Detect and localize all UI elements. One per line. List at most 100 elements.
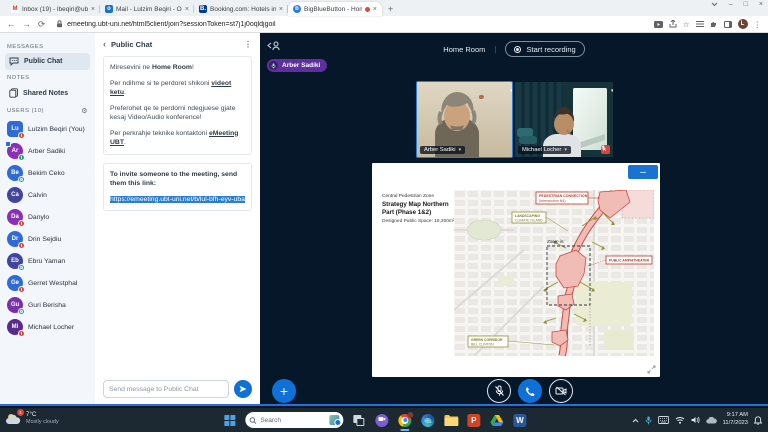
minimize-presentation-button[interactable]: – [628, 165, 658, 179]
webcam-name-label[interactable]: Arber Sadiki▾ [420, 146, 465, 154]
talker-indicator[interactable]: Arber Sadiki [267, 59, 327, 72]
browser-tabstrip: MInbox (19) - lbeqiri@ubt-uni.ne×oMail -… [0, 0, 768, 16]
tab-close-icon[interactable]: × [373, 6, 377, 13]
taskbar-clock[interactable]: 9:17 AM 11/7/2023 [723, 412, 748, 428]
chat-message-line: Per ndihme si te perdoret shikoni videot… [110, 79, 245, 98]
start-button[interactable] [222, 413, 237, 428]
public-chat-panel: ‹ Public Chat ⋮ Miresevini ne Home Room!… [95, 33, 260, 404]
start-recording-button[interactable]: Start recording [505, 41, 584, 57]
chat-message-block: To invite someone to the meeting, send t… [103, 163, 252, 212]
user-list-item[interactable]: GeGerret Westphal [5, 272, 90, 294]
presentation-area[interactable]: – Central Pedestrian Zone Strategy Map N… [372, 163, 660, 377]
user-list-item[interactable]: DrDrin Sejdiu [5, 228, 90, 250]
forward-icon[interactable]: → [23, 20, 32, 29]
chat-options-icon[interactable]: ⋮ [244, 40, 252, 49]
chat-message-line: Miresevini ne Home Room! [110, 63, 245, 73]
tab-close-icon[interactable]: × [185, 6, 189, 13]
presentation-fullscreen-icon[interactable] [647, 365, 656, 374]
mute-microphone-button[interactable] [487, 379, 511, 403]
onedrive-cloud-icon[interactable] [706, 417, 717, 424]
new-tab-button[interactable]: + [388, 4, 393, 14]
browser-tab[interactable]: MInbox (19) - lbeqiri@ubt-uni.ne× [6, 2, 100, 16]
maximize-window-button[interactable]: □ [744, 1, 748, 8]
share-webcam-button[interactable] [549, 379, 573, 403]
reading-list-icon[interactable] [696, 21, 704, 28]
media-controls-icon[interactable] [654, 21, 663, 28]
share-icon[interactable] [669, 20, 677, 28]
google-drive-icon[interactable] [489, 413, 504, 428]
left-sidebar: MESSAGES Public Chat NOTES Shared Notes … [0, 33, 95, 404]
user-list-item[interactable]: GuGuri Berisha [5, 294, 90, 316]
edge-taskbar-icon[interactable] [420, 413, 435, 428]
powerpoint-icon[interactable]: P [466, 413, 481, 428]
send-icon [239, 385, 247, 393]
user-avatar: Da [7, 209, 23, 225]
send-message-button[interactable] [234, 380, 252, 398]
browser-menu-icon[interactable]: ⋮ [754, 20, 762, 29]
bookmark-star-icon[interactable]: ☆ [683, 20, 690, 29]
record-icon [514, 46, 521, 53]
user-list-item[interactable]: CaCalvin [5, 184, 90, 206]
user-list-item[interactable]: ArArber Sadiki [5, 140, 90, 162]
chat-message-line: Per perkrahje teknike kontaktoni eMeetin… [110, 129, 245, 148]
chat-text: Preferohet qe te perdorni ndegjuese gjat… [110, 105, 235, 122]
user-name: Lulzim Beqiri (You) [28, 126, 85, 133]
reload-icon[interactable]: ⟳ [38, 20, 45, 29]
browser-tab[interactable]: bBigBlueButton - Home Roo× [288, 2, 382, 16]
sidebar-item-public-chat[interactable]: Public Chat [5, 53, 90, 70]
browser-tab[interactable]: oMail - Lulzim Beqiri - Outlook× [100, 2, 194, 16]
taskbar-search[interactable]: Search [245, 412, 343, 428]
user-list-item[interactable]: MiMichael Locher [5, 316, 90, 338]
tab-close-icon[interactable]: × [91, 6, 95, 13]
audio-on-badge-icon [18, 264, 25, 271]
user-list-item[interactable]: LuLulzim Beqiri (You) [5, 118, 90, 140]
bigbluebutton-page: MESSAGES Public Chat NOTES Shared Notes … [0, 33, 768, 406]
user-list-item[interactable]: EbEbru Yaman [5, 250, 90, 272]
webcam-name-label[interactable]: Michael Locher▾ [518, 146, 571, 154]
user-name: Ebru Yaman [28, 258, 65, 265]
user-name: Michael Locher [28, 324, 74, 331]
chrome-taskbar-icon[interactable] [397, 413, 412, 428]
tab-search-icon[interactable] [711, 2, 718, 7]
webcam-arber[interactable]: Arber Sadiki▾ [417, 82, 512, 157]
task-view-button[interactable] [351, 413, 366, 428]
svg-text:GREEN CORRIDOR: GREEN CORRIDOR [471, 338, 503, 342]
browser-tab[interactable]: B.Booking.com: Hotels in Lübeck× [194, 2, 288, 16]
word-icon[interactable]: W [512, 413, 527, 428]
minimize-window-button[interactable]: – [729, 1, 733, 8]
chat-input-row [103, 380, 252, 398]
mic-in-use-icon[interactable] [645, 416, 652, 425]
chat-back-icon[interactable]: ‹ [103, 39, 106, 49]
user-list-item[interactable]: BeBekim Ceko [5, 162, 90, 184]
back-icon[interactable]: ← [7, 20, 16, 29]
tab-close-icon[interactable]: × [279, 6, 283, 13]
profile-avatar[interactable]: L [738, 19, 748, 29]
wifi-icon[interactable] [675, 416, 685, 424]
chat-message-input[interactable] [103, 380, 229, 398]
hidden-icons-chevron[interactable] [632, 418, 639, 423]
chat-header: ‹ Public Chat ⋮ [103, 39, 252, 49]
teams-chat-button[interactable] [374, 413, 389, 428]
search-label: Search [260, 417, 325, 424]
touch-keyboard-icon[interactable] [658, 416, 669, 424]
users-header: USERS (10) ⚙ [7, 107, 88, 115]
sidebar-item-shared-notes[interactable]: Shared Notes [5, 84, 90, 102]
side-panel-icon[interactable] [724, 21, 732, 28]
clock-date: 11/7/2023 [723, 420, 748, 428]
user-list-item[interactable]: DaDanylo [5, 206, 90, 228]
actions-plus-button[interactable]: + [272, 379, 296, 403]
notifications-bell-icon[interactable] [754, 416, 762, 425]
webcam-michael[interactable]: Michael Locher▾ [515, 82, 613, 157]
meeting-main-area: Home Room | Start recording Arber Sadiki [260, 33, 768, 404]
leave-audio-button[interactable] [518, 379, 542, 403]
invite-link-selected[interactable]: https://emeeting.ubt-uni.net/b/lul-bfh-e… [110, 196, 245, 203]
extensions-icon[interactable] [710, 20, 718, 28]
file-explorer-icon[interactable] [443, 413, 458, 428]
close-window-button[interactable]: × [759, 1, 763, 8]
manage-users-gear-icon[interactable]: ⚙ [81, 107, 88, 115]
camera-off-icon [555, 386, 567, 396]
taskbar-weather-widget[interactable]: 1 7°C Mostly cloudy [6, 411, 59, 426]
address-bar[interactable]: emeeting.ubt-uni.net/html5client/join?se… [52, 18, 647, 31]
user-name: Arber Sadiki [28, 148, 65, 155]
volume-icon[interactable] [691, 416, 700, 424]
